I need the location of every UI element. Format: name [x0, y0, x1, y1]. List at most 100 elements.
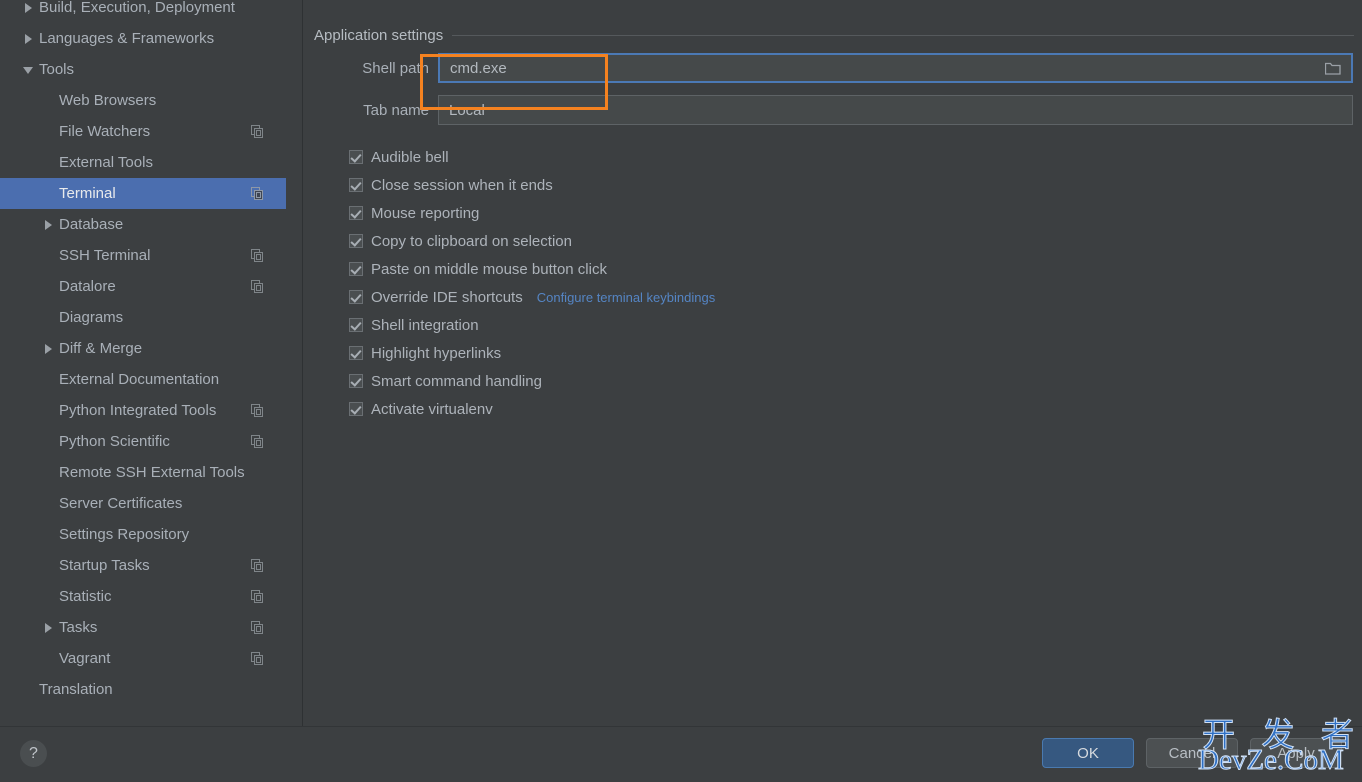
checkbox-label: Activate virtualenv: [371, 400, 493, 418]
sidebar-item-label: Datalore: [59, 278, 116, 295]
sidebar-item-web-browsers[interactable]: Web Browsers: [0, 85, 286, 116]
settings-dialog: Build, Execution, Deployment Languages & …: [0, 0, 1362, 782]
section-header: Application settings: [314, 25, 1354, 45]
ok-button[interactable]: OK: [1042, 738, 1134, 768]
terminal-settings-pane: Application settings Shell path cmd.exe Ta…: [303, 0, 1362, 726]
sidebar-item-translation[interactable]: Translation: [0, 674, 286, 705]
sidebar-item-languages-frameworks[interactable]: Languages & Frameworks: [0, 23, 286, 54]
sidebar-item-statistic[interactable]: Statistic: [0, 581, 286, 612]
checkbox-audible-bell[interactable]: [349, 150, 363, 164]
sidebar-item-label: Vagrant: [59, 650, 111, 667]
arrow-placeholder: [42, 652, 55, 665]
arrow-placeholder: [42, 125, 55, 138]
sidebar-item-datalore[interactable]: Datalore: [0, 271, 286, 302]
chevron-right-icon[interactable]: [42, 621, 55, 634]
cancel-button[interactable]: Cancel: [1146, 738, 1238, 768]
checkbox-row-audible-bell[interactable]: Audible bell: [303, 143, 449, 171]
sidebar-item-external-tools[interactable]: External Tools: [0, 147, 286, 178]
copy-settings-icon: [251, 125, 264, 138]
sidebar-item-diff-merge[interactable]: Diff & Merge: [0, 333, 286, 364]
sidebar-item-label: Tasks: [59, 619, 98, 636]
sidebar-item-label: Languages & Frameworks: [39, 30, 215, 47]
checkbox-label: Paste on middle mouse button click: [371, 260, 607, 278]
checkbox-label: Smart command handling: [371, 372, 542, 390]
chevron-right-icon[interactable]: [42, 218, 55, 231]
sidebar-item-diagrams[interactable]: Diagrams: [0, 302, 286, 333]
checkbox-label: Override IDE shortcuts: [371, 288, 523, 306]
sidebar-item-python-scientific[interactable]: Python Scientific: [0, 426, 286, 457]
field-row-shell-path: Shell path cmd.exe: [314, 53, 1353, 83]
sidebar-item-label: Python Scientific: [59, 433, 170, 450]
arrow-placeholder: [42, 187, 55, 200]
checkbox-row-smart-command-handling[interactable]: Smart command handling: [303, 367, 542, 395]
chevron-down-icon[interactable]: [22, 63, 35, 76]
sidebar-item-tools[interactable]: Tools: [0, 54, 286, 85]
checkbox-row-override-ide-shortcuts[interactable]: Override IDE shortcuts Configure terminal…: [303, 283, 715, 311]
checkbox-activate-virtualenv[interactable]: [349, 402, 363, 416]
sidebar-item-build-execution-deployment[interactable]: Build, Execution, Deployment: [0, 0, 286, 23]
sidebar-item-label: External Documentation: [59, 371, 220, 388]
sidebar-item-label: SSH Terminal: [59, 247, 151, 264]
section-rule: [452, 34, 1354, 36]
sidebar-item-label: Diagrams: [59, 309, 124, 326]
checkbox-label: Shell integration: [371, 316, 479, 334]
sidebar-item-database[interactable]: Database: [0, 209, 286, 240]
checkbox-close-session-when-it-ends[interactable]: [349, 178, 363, 192]
sidebar-item-remote-ssh-external-tools[interactable]: Remote SSH External Tools: [0, 457, 286, 488]
arrow-placeholder: [42, 590, 55, 603]
checkbox-row-copy-to-clipboard-on-selection[interactable]: Copy to clipboard on selection: [303, 227, 572, 255]
arrow-placeholder: [42, 435, 55, 448]
arrow-placeholder: [42, 404, 55, 417]
checkbox-row-mouse-reporting[interactable]: Mouse reporting: [303, 199, 479, 227]
apply-button[interactable]: Apply: [1250, 738, 1342, 768]
sidebar-item-file-watchers[interactable]: File Watchers: [0, 116, 286, 147]
checkbox-row-highlight-hyperlinks[interactable]: Highlight hyperlinks: [303, 339, 501, 367]
sidebar-item-settings-repository[interactable]: Settings Repository: [0, 519, 286, 550]
configure-terminal-keybindings-link[interactable]: Configure terminal keybindings: [537, 290, 715, 305]
chevron-right-icon[interactable]: [42, 342, 55, 355]
settings-category-tree[interactable]: Build, Execution, Deployment Languages & …: [0, 0, 286, 726]
checkbox-highlight-hyperlinks[interactable]: [349, 346, 363, 360]
checkbox-override-ide-shortcuts[interactable]: [349, 290, 363, 304]
checkbox-row-shell-integration[interactable]: Shell integration: [303, 311, 479, 339]
arrow-placeholder: [42, 466, 55, 479]
help-button[interactable]: ?: [20, 740, 47, 767]
field-value: Local: [449, 101, 485, 119]
arrow-placeholder: [42, 373, 55, 386]
sidebar-item-terminal[interactable]: Terminal: [0, 178, 286, 209]
arrow-placeholder: [42, 311, 55, 324]
arrow-placeholder: [42, 528, 55, 541]
checkbox-mouse-reporting[interactable]: [349, 206, 363, 220]
checkbox-paste-on-middle-mouse-button-click[interactable]: [349, 262, 363, 276]
sidebar-scrollbar-track[interactable]: [286, 0, 583, 726]
sidebar-item-label: Server Certificates: [59, 495, 183, 512]
tab-name-input[interactable]: Local: [438, 95, 1353, 125]
folder-browse-icon[interactable]: [1324, 62, 1341, 75]
sidebar-item-label: Database: [59, 216, 124, 233]
checkbox-row-activate-virtualenv[interactable]: Activate virtualenv: [303, 395, 493, 423]
sidebar-item-vagrant[interactable]: Vagrant: [0, 643, 286, 674]
chevron-right-icon[interactable]: [22, 32, 35, 45]
copy-settings-icon: [251, 590, 264, 603]
copy-settings-icon: [251, 621, 264, 634]
checkbox-label: Highlight hyperlinks: [371, 344, 502, 362]
chevron-right-icon[interactable]: [22, 1, 35, 14]
sidebar-item-server-certificates[interactable]: Server Certificates: [0, 488, 286, 519]
sidebar-item-external-documentation[interactable]: External Documentation: [0, 364, 286, 395]
sidebar-item-label: Startup Tasks: [59, 557, 150, 574]
copy-settings-icon: [251, 652, 264, 665]
checkbox-shell-integration[interactable]: [349, 318, 363, 332]
shell-path-input[interactable]: cmd.exe: [438, 53, 1353, 83]
sidebar-item-python-integrated-tools[interactable]: Python Integrated Tools: [0, 395, 286, 426]
sidebar-item-tasks[interactable]: Tasks: [0, 612, 286, 643]
sidebar-item-startup-tasks[interactable]: Startup Tasks: [0, 550, 286, 581]
checkbox-row-paste-on-middle-mouse-button-click[interactable]: Paste on middle mouse button click: [303, 255, 607, 283]
field-value: cmd.exe: [450, 59, 507, 77]
sidebar-item-ssh-terminal[interactable]: SSH Terminal: [0, 240, 286, 271]
section-title: Application settings: [314, 26, 444, 44]
checkbox-smart-command-handling[interactable]: [349, 374, 363, 388]
sidebar-item-label: File Watchers: [59, 123, 151, 140]
checkbox-row-close-session-when-it-ends[interactable]: Close session when it ends: [303, 171, 553, 199]
copy-settings-icon: [251, 280, 264, 293]
checkbox-copy-to-clipboard-on-selection[interactable]: [349, 234, 363, 248]
